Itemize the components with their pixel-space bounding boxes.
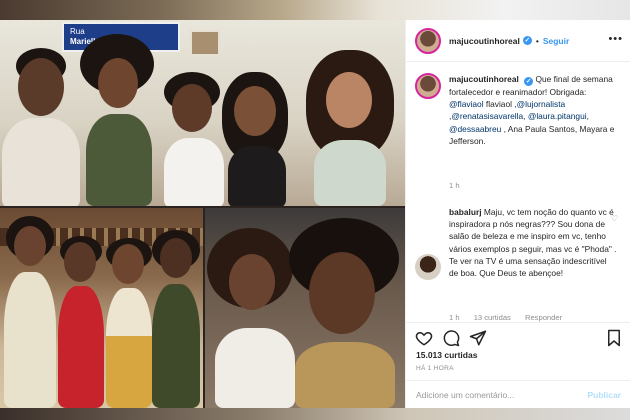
author-username[interactable]: majucoutinhoreal	[449, 36, 520, 46]
person-woman-1	[4, 216, 56, 408]
likes-count[interactable]: 15.013 curtidas	[416, 350, 477, 360]
post-header: majucoutinhoreal ✓ • Seguir •••	[406, 20, 630, 62]
header-separator: •	[535, 35, 539, 46]
paper-plane-icon[interactable]	[469, 329, 487, 347]
publish-button[interactable]: Publicar	[587, 390, 621, 400]
add-comment-bar: Publicar	[406, 380, 630, 408]
person-woman-smiling	[285, 218, 403, 408]
follow-button[interactable]: Seguir	[543, 36, 569, 46]
reply-button[interactable]: Responder	[525, 313, 562, 322]
person-woman-2	[56, 236, 106, 408]
commenter-avatar[interactable]	[415, 254, 441, 280]
verified-badge-icon: ✓	[524, 77, 534, 86]
caption-text: majucoutinhoreal ✓ Que final de semana f…	[449, 74, 615, 146]
comment-item: babalurj Maju, vc tem noção do quanto vc…	[415, 206, 620, 322]
bookmark-icon[interactable]	[605, 329, 623, 347]
person-woman-white-top	[160, 72, 226, 206]
person-man	[2, 48, 82, 206]
author-avatar[interactable]	[415, 27, 441, 54]
caption-time[interactable]: 1 h	[449, 181, 460, 190]
person-woman-black-top	[220, 72, 292, 206]
person-woman-4	[150, 230, 202, 408]
comment-text: babalurj Maju, vc tem noção do quanto vc…	[449, 207, 617, 279]
commenter-username[interactable]: babalurj	[449, 207, 482, 217]
comment-like-heart-icon[interactable]: ♡	[611, 214, 618, 223]
post-actions-bar	[406, 322, 630, 352]
comment-likes[interactable]: 13 curtidas	[474, 313, 511, 322]
caption-username[interactable]: majucoutinhoreal	[449, 74, 519, 84]
comments-list[interactable]: majucoutinhoreal ✓ Que final de semana f…	[406, 63, 630, 323]
mention-link[interactable]: @laura.pitangui	[528, 111, 587, 121]
caption-avatar[interactable]	[415, 73, 441, 99]
mention-link[interactable]: @flaviaol	[449, 99, 484, 109]
photo-panel-group-of-four	[0, 208, 203, 408]
speech-bubble-icon[interactable]	[442, 329, 460, 347]
photo-panel-hug	[205, 208, 405, 408]
blurred-backdrop-top	[0, 0, 630, 20]
person-woman-kissing	[207, 228, 297, 408]
person-woman-afro	[80, 34, 158, 206]
comment-meta: 1 h 13 curtidas Responder	[449, 313, 574, 322]
blurred-backdrop-bottom	[0, 408, 630, 420]
caption-meta: 1 h	[449, 181, 472, 190]
mention-link[interactable]: @dessaabreu	[449, 124, 501, 134]
more-options-icon[interactable]: •••	[608, 33, 623, 45]
person-woman-curly-hair	[300, 50, 400, 206]
post-side-panel: majucoutinhoreal ✓ • Seguir ••• majucout…	[405, 20, 630, 408]
comment-time[interactable]: 1 h	[449, 313, 460, 322]
photo-panel-group-of-five: Rua Marielle Franco	[0, 20, 405, 206]
caption-comment: majucoutinhoreal ✓ Que final de semana f…	[415, 73, 620, 193]
mention-link[interactable]: ,@lujornalista	[514, 99, 565, 109]
verified-badge-icon: ✓	[522, 36, 532, 45]
comment-input[interactable]	[416, 389, 566, 401]
heart-icon[interactable]	[415, 329, 433, 347]
post-photo-collage[interactable]: Rua Marielle Franco	[0, 20, 405, 408]
post-time-ago[interactable]: HÁ 1 HORA	[416, 365, 454, 372]
wall-frame	[190, 30, 220, 56]
mention-link[interactable]: @renatasisavarella	[451, 111, 523, 121]
person-woman-3	[104, 238, 154, 408]
